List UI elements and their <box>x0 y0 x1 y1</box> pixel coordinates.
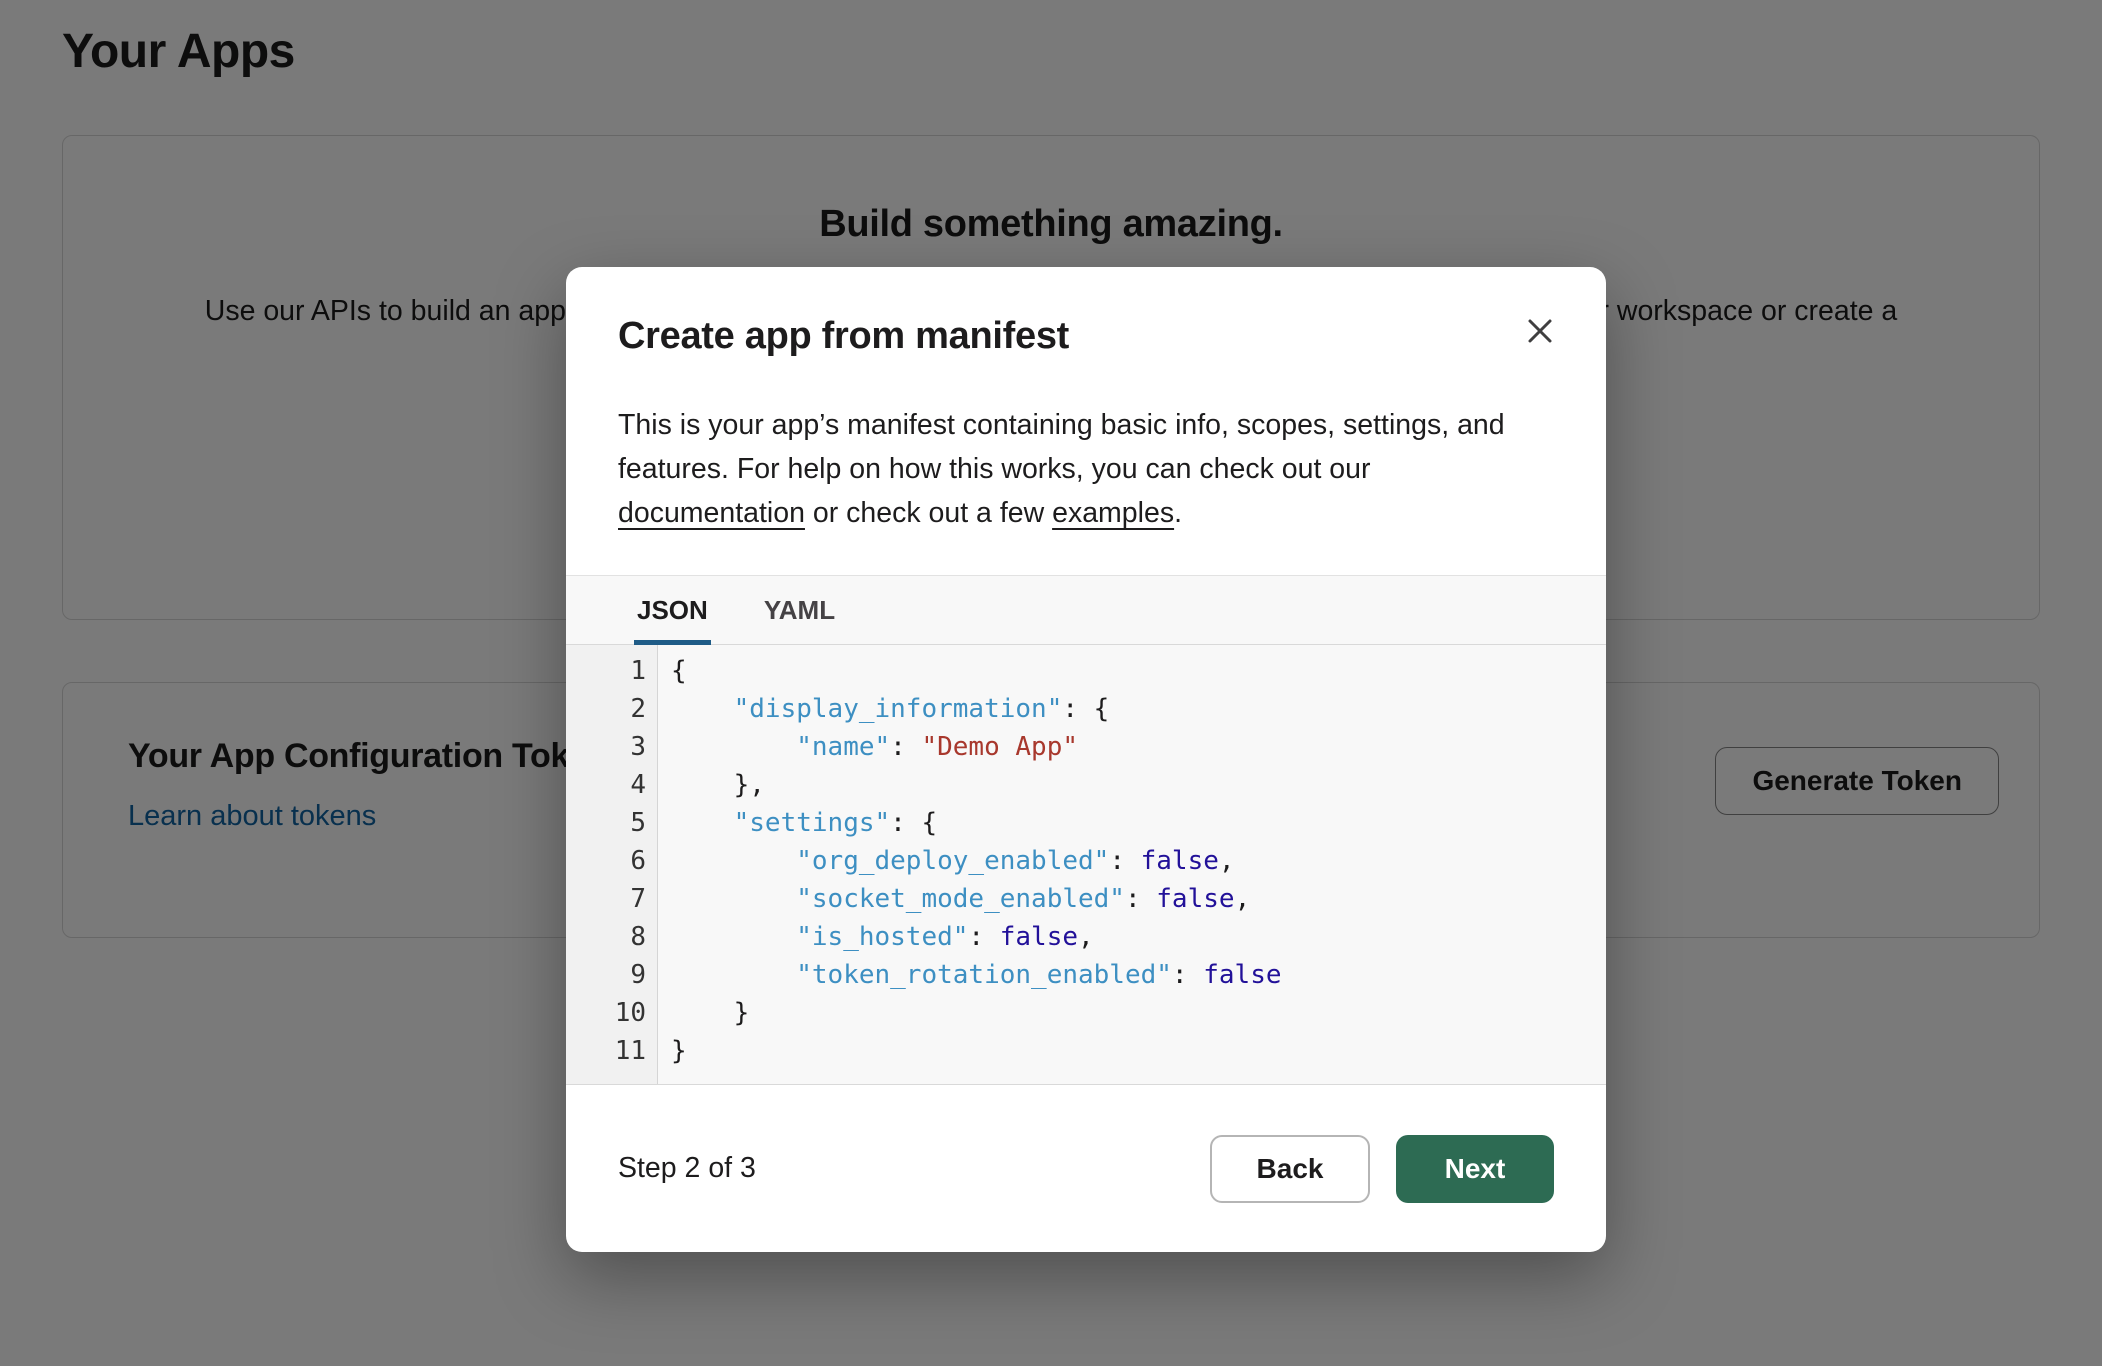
code-line: "name": "Demo App" <box>671 728 1282 766</box>
line-number: 2 <box>566 690 646 728</box>
tab-json[interactable]: JSON <box>637 576 708 644</box>
description-line-3-end: . <box>1174 497 1182 529</box>
line-number: 3 <box>566 728 646 766</box>
code-line: } <box>671 1032 1282 1070</box>
manifest-format-tabs: JSON YAML <box>566 575 1606 645</box>
line-number: 6 <box>566 842 646 880</box>
step-indicator: Step 2 of 3 <box>618 1152 756 1185</box>
code-line: "org_deploy_enabled": false, <box>671 842 1282 880</box>
close-button[interactable] <box>1516 307 1564 355</box>
documentation-link[interactable]: documentation <box>618 497 805 529</box>
next-button[interactable]: Next <box>1396 1135 1554 1203</box>
line-number: 9 <box>566 956 646 994</box>
line-number: 1 <box>566 652 646 690</box>
code-line: "token_rotation_enabled": false <box>671 956 1282 994</box>
modal-title: Create app from manifest <box>618 313 1554 359</box>
description-line-2: features. For help on how this works, yo… <box>618 453 1370 485</box>
line-number: 10 <box>566 994 646 1032</box>
line-number: 8 <box>566 918 646 956</box>
code-line: }, <box>671 766 1282 804</box>
code-gutter: 1234567891011 <box>566 645 658 1084</box>
manifest-code-editor[interactable]: 1234567891011 { "display_information": {… <box>566 645 1606 1085</box>
code-line: { <box>671 652 1282 690</box>
code-line: "is_hosted": false, <box>671 918 1282 956</box>
modal-description: This is your app’s manifest containing b… <box>618 403 1554 535</box>
back-button[interactable]: Back <box>1210 1135 1370 1203</box>
slack-api-apps-page: Your Apps Build something amazing. Use o… <box>0 0 2102 1366</box>
examples-link[interactable]: examples <box>1052 497 1174 529</box>
tab-yaml[interactable]: YAML <box>764 576 835 644</box>
code-line: } <box>671 994 1282 1032</box>
description-line-1: This is your app’s manifest containing b… <box>618 409 1505 441</box>
x-close-icon <box>1523 314 1557 348</box>
code-content: { "display_information": { "name": "Demo… <box>658 645 1282 1084</box>
code-line: "socket_mode_enabled": false, <box>671 880 1282 918</box>
create-app-from-manifest-modal: Create app from manifest This is your ap… <box>566 267 1606 1252</box>
code-line: "display_information": { <box>671 690 1282 728</box>
line-number: 5 <box>566 804 646 842</box>
line-number: 7 <box>566 880 646 918</box>
code-line: "settings": { <box>671 804 1282 842</box>
line-number: 11 <box>566 1032 646 1070</box>
modal-footer: Step 2 of 3 Back Next <box>566 1085 1606 1252</box>
line-number: 4 <box>566 766 646 804</box>
description-line-3-mid: or check out a few <box>805 497 1052 529</box>
